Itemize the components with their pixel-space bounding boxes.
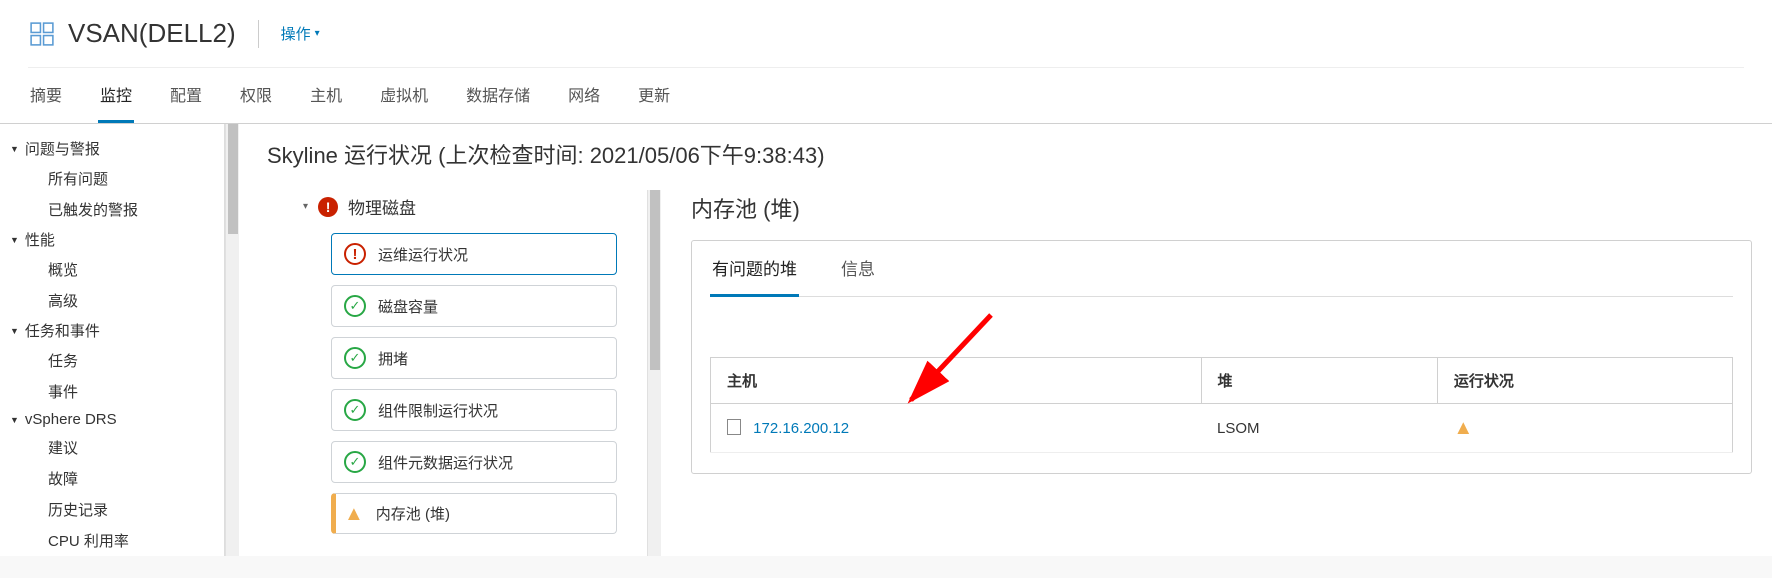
- check-label: 运维运行状况: [378, 244, 468, 265]
- sidebar-item[interactable]: 故障: [0, 463, 224, 494]
- ok-icon: ✓: [344, 295, 366, 317]
- status-cell: ▲: [1437, 404, 1732, 453]
- caret-down-icon: ▼: [10, 144, 19, 154]
- tab-权限[interactable]: 权限: [238, 82, 274, 123]
- sidebar-item[interactable]: 高级: [0, 285, 224, 316]
- health-check-item[interactable]: ✓ 拥堵: [331, 337, 617, 379]
- sidebar-group[interactable]: ▼问题与警报: [0, 134, 224, 163]
- actions-dropdown[interactable]: 操作 ▾: [281, 23, 320, 44]
- tab-主机[interactable]: 主机: [308, 82, 344, 123]
- health-check-item[interactable]: ▲ 内存池 (堆): [331, 493, 617, 534]
- warning-icon: ▲: [344, 504, 364, 524]
- health-check-item[interactable]: ✓ 磁盘容量: [331, 285, 617, 327]
- check-label: 拥堵: [378, 348, 408, 369]
- error-icon: !: [318, 197, 338, 217]
- sidebar-item[interactable]: 历史记录: [0, 494, 224, 525]
- issues-table: 主机堆运行状况 172.16.200.12 LSOM ▲: [710, 357, 1733, 453]
- error-icon: !: [344, 243, 366, 265]
- tab-数据存储[interactable]: 数据存储: [464, 82, 532, 123]
- separator: [258, 20, 259, 48]
- health-check-item[interactable]: ! 运维运行状况: [331, 233, 617, 275]
- detail-title: 内存池 (堆): [691, 190, 1752, 240]
- ok-icon: ✓: [344, 347, 366, 369]
- tab-虚拟机[interactable]: 虚拟机: [378, 82, 430, 123]
- column-header[interactable]: 主机: [711, 358, 1202, 404]
- sub-tab[interactable]: 有问题的堆: [710, 255, 799, 297]
- tab-配置[interactable]: 配置: [168, 82, 204, 123]
- column-header[interactable]: 堆: [1201, 358, 1437, 404]
- actions-label: 操作: [281, 23, 311, 44]
- chevron-down-icon: ▾: [315, 28, 320, 39]
- tab-监控[interactable]: 监控: [98, 82, 134, 123]
- chevron-down-icon[interactable]: ▾: [303, 201, 308, 212]
- tab-更新[interactable]: 更新: [636, 82, 672, 123]
- warning-icon: ▲: [1453, 418, 1473, 438]
- ok-icon: ✓: [344, 451, 366, 473]
- health-check-item[interactable]: ✓ 组件限制运行状况: [331, 389, 617, 431]
- sidebar-group[interactable]: ▼任务和事件: [0, 316, 224, 345]
- sidebar: ▼问题与警报所有问题已触发的警报▼性能概览高级▼任务和事件任务事件▼vSpher…: [0, 124, 225, 556]
- caret-down-icon: ▼: [10, 235, 19, 245]
- tab-摘要[interactable]: 摘要: [28, 82, 64, 123]
- check-label: 组件元数据运行状况: [378, 452, 513, 473]
- sidebar-group[interactable]: ▼vSphere DRS: [0, 407, 224, 432]
- caret-down-icon: ▼: [10, 415, 19, 425]
- sidebar-item[interactable]: 建议: [0, 432, 224, 463]
- check-label: 内存池 (堆): [376, 503, 450, 524]
- scrollbar-thumb[interactable]: [650, 190, 660, 370]
- sidebar-group[interactable]: ▼性能: [0, 225, 224, 254]
- column-header[interactable]: 运行状况: [1437, 358, 1732, 404]
- scrollbar-thumb[interactable]: [228, 124, 238, 234]
- checks-scrollbar[interactable]: [647, 190, 661, 556]
- heap-cell: LSOM: [1201, 404, 1437, 453]
- sidebar-item[interactable]: CPU 利用率: [0, 525, 224, 556]
- caret-down-icon: ▼: [10, 326, 19, 336]
- check-label: 组件限制运行状况: [378, 400, 498, 421]
- host-icon: [727, 419, 741, 435]
- sidebar-item[interactable]: 概览: [0, 254, 224, 285]
- page-title: VSAN(DELL2): [68, 18, 236, 49]
- sidebar-scrollbar[interactable]: [225, 124, 239, 556]
- main-tabs: 摘要监控配置权限主机虚拟机数据存储网络更新: [28, 68, 1744, 123]
- tab-网络[interactable]: 网络: [566, 82, 602, 123]
- host-link[interactable]: 172.16.200.12: [753, 420, 849, 437]
- check-label: 磁盘容量: [378, 296, 438, 317]
- sidebar-item[interactable]: 任务: [0, 345, 224, 376]
- cluster-icon: [28, 20, 56, 48]
- content-title: Skyline 运行状况 (上次检查时间: 2021/05/06下午9:38:4…: [267, 138, 1772, 184]
- sidebar-item[interactable]: 所有问题: [0, 163, 224, 194]
- sidebar-item[interactable]: 事件: [0, 376, 224, 407]
- sub-tab[interactable]: 信息: [839, 255, 877, 296]
- health-check-item[interactable]: ✓ 组件元数据运行状况: [331, 441, 617, 483]
- table-row[interactable]: 172.16.200.12 LSOM ▲: [711, 404, 1733, 453]
- sidebar-item[interactable]: 已触发的警报: [0, 194, 224, 225]
- health-group-title: 物理磁盘: [348, 194, 416, 219]
- ok-icon: ✓: [344, 399, 366, 421]
